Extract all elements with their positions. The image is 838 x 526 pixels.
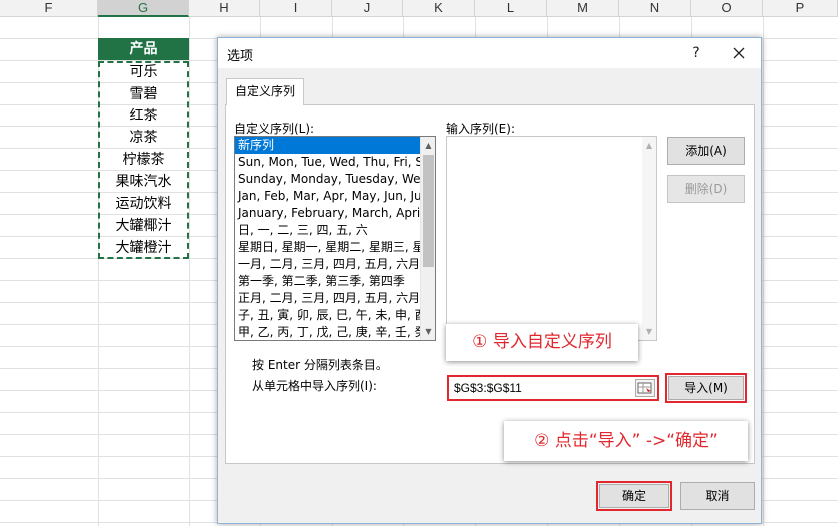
delete-button[interactable]: 删除(D): [667, 175, 745, 203]
copy-range-marquee: [98, 61, 189, 259]
entries-scrollbar[interactable]: ▲ ▼: [642, 137, 656, 340]
column-header-j[interactable]: J: [332, 0, 403, 17]
scroll-down-icon[interactable]: ▼: [421, 324, 435, 339]
callout-step1: ① 导入自定义序列: [446, 324, 638, 361]
callout-step2: ② 点击“导入” ->“确定”: [504, 421, 748, 461]
column-header-h[interactable]: H: [189, 0, 260, 17]
column-header-n[interactable]: N: [619, 0, 691, 17]
range-picker-icon[interactable]: [635, 379, 655, 397]
column-header-row: F G H I J K L M N O P: [0, 0, 838, 17]
scroll-up-icon[interactable]: ▲: [642, 138, 656, 153]
custom-lists-label: 自定义序列(L):: [234, 122, 315, 136]
scroll-up-icon[interactable]: ▲: [421, 138, 435, 153]
tab-page: 自定义序列(L): 输入序列(E): 新序列 Sun, Mon, Tue, We…: [225, 104, 755, 464]
list-item[interactable]: 一月, 二月, 三月, 四月, 五月, 六月: [235, 256, 420, 273]
import-button[interactable]: 导入(M): [668, 376, 744, 400]
list-item[interactable]: 子, 丑, 寅, 卯, 辰, 巳, 午, 未, 申, 酉: [235, 307, 420, 324]
tab-custom-lists[interactable]: 自定义序列: [226, 78, 305, 105]
help-button[interactable]: ?: [686, 43, 706, 63]
column-header-o[interactable]: O: [691, 0, 763, 17]
list-item[interactable]: Jan, Feb, Mar, Apr, May, Jun, Jul: [235, 188, 420, 205]
column-header-f[interactable]: F: [0, 0, 98, 17]
column-header-i[interactable]: I: [260, 0, 332, 17]
cancel-button[interactable]: 取消: [680, 482, 755, 510]
list-item[interactable]: 甲, 乙, 丙, 丁, 戊, 己, 庚, 辛, 壬, 癸: [235, 324, 420, 340]
entries-label: 输入序列(E):: [446, 122, 515, 136]
dialog-title: 选项: [227, 49, 254, 64]
list-item[interactable]: Sun, Mon, Tue, Wed, Thu, Fri, Sat: [235, 154, 420, 171]
list-item[interactable]: 第一季, 第二季, 第三季, 第四季: [235, 273, 420, 290]
cell-g2-header[interactable]: 产品: [98, 38, 189, 60]
list-item[interactable]: Sunday, Monday, Tuesday, Wednesday: [235, 171, 420, 188]
list-item[interactable]: 日, 一, 二, 三, 四, 五, 六: [235, 222, 420, 239]
list-item[interactable]: 新序列: [235, 137, 420, 154]
scroll-thumb[interactable]: [423, 155, 434, 267]
enter-hint: 按 Enter 分隔列表条目。: [252, 358, 388, 372]
tab-strip: 自定义序列: [224, 76, 754, 105]
custom-lists-items: 新序列 Sun, Mon, Tue, Wed, Thu, Fri, Sat Su…: [235, 137, 420, 340]
list-item[interactable]: January, February, March, April: [235, 205, 420, 222]
gridline: [189, 17, 190, 526]
column-header-g[interactable]: G: [98, 0, 189, 17]
gridline: [763, 17, 764, 526]
list-item[interactable]: 正月, 二月, 三月, 四月, 五月, 六月: [235, 290, 420, 307]
column-header-m[interactable]: M: [547, 0, 619, 17]
column-header-k[interactable]: K: [403, 0, 475, 17]
entries-textarea[interactable]: ▲ ▼: [446, 136, 657, 341]
scroll-down-icon[interactable]: ▼: [642, 324, 656, 339]
close-icon: [733, 47, 745, 59]
list-scrollbar[interactable]: ▲ ▼: [420, 137, 435, 340]
column-header-p[interactable]: P: [763, 0, 838, 17]
range-select-icon: [637, 382, 652, 394]
column-header-l[interactable]: L: [475, 0, 547, 17]
custom-lists-listbox[interactable]: 新序列 Sun, Mon, Tue, Wed, Thu, Fri, Sat Su…: [234, 136, 436, 341]
import-label: 从单元格中导入序列(I):: [252, 379, 377, 393]
ok-button[interactable]: 确定: [599, 484, 669, 508]
list-item[interactable]: 星期日, 星期一, 星期二, 星期三, 星期四: [235, 239, 420, 256]
add-button[interactable]: 添加(A): [667, 137, 745, 165]
import-range-input[interactable]: $G$3:$G$11: [447, 375, 659, 401]
import-range-value: $G$3:$G$11: [454, 381, 522, 395]
close-button[interactable]: [728, 42, 750, 64]
dialog-titlebar[interactable]: 选项 ?: [218, 38, 761, 68]
